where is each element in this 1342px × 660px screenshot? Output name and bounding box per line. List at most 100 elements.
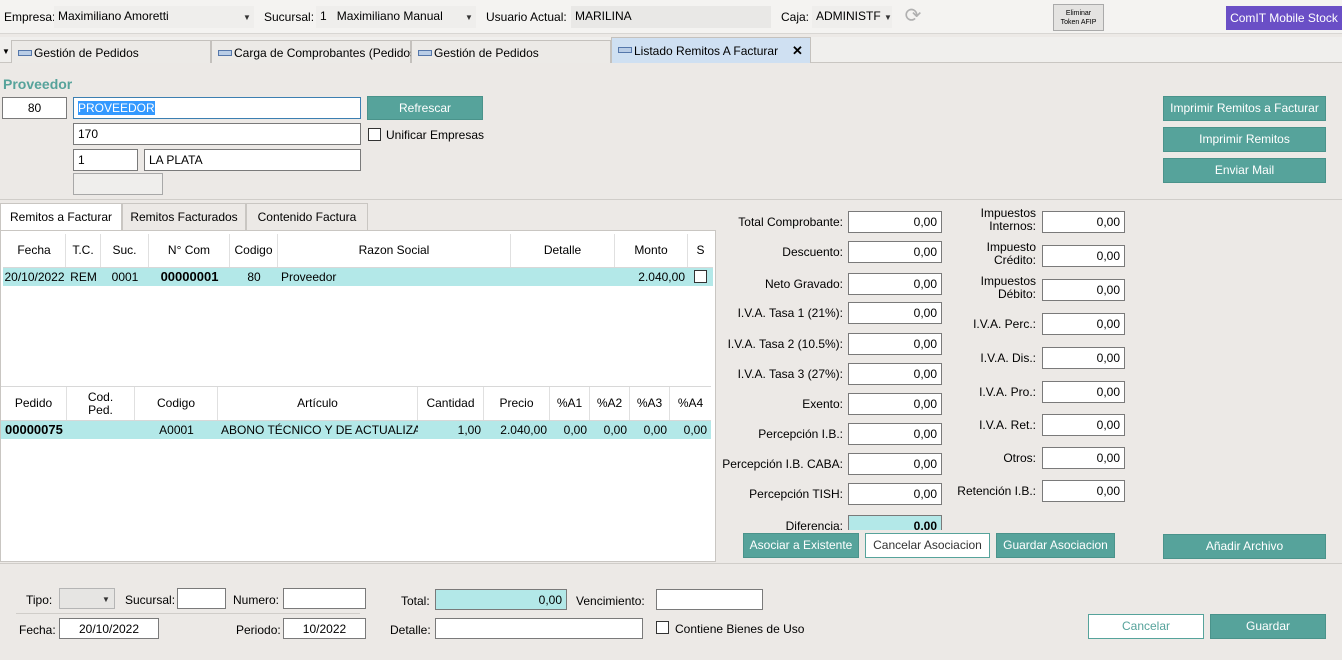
caja-value: ADMINISTF: [816, 9, 881, 23]
total-value-0[interactable]: 0,00: [848, 211, 942, 233]
total-value-8[interactable]: 0,00: [848, 453, 942, 475]
articulos-header: Pedido Cod. Ped. Codigo Artículo Cantida…: [1, 386, 711, 421]
tax-value-5[interactable]: 0,00: [1042, 381, 1125, 403]
mobile-stock-button[interactable]: ComIT Mobile Stock: [1226, 6, 1342, 30]
tab-carga-comprobantes[interactable]: Carga de Comprobantes (Pedidos): [211, 40, 420, 63]
total-value-10[interactable]: 0,00: [848, 515, 942, 530]
cancelar-asociacion-button[interactable]: Cancelar Asociacion: [865, 533, 990, 558]
guardar-button[interactable]: Guardar: [1210, 614, 1326, 639]
col-codigo[interactable]: Codigo: [230, 234, 278, 267]
tab-remitos-facturados[interactable]: Remitos Facturados: [122, 203, 246, 231]
detalle-input[interactable]: [435, 618, 643, 639]
bienes-uso-checkbox[interactable]: [656, 621, 669, 634]
tab-remitos-a-facturar[interactable]: Remitos a Facturar: [0, 203, 122, 231]
numero-input[interactable]: [283, 588, 366, 609]
tax-label-line2: I.V.A. Pro.:: [979, 385, 1036, 399]
tax-value-8[interactable]: 0,00: [1042, 480, 1125, 502]
col-cantidad[interactable]: Cantidad: [418, 387, 484, 420]
total-value-4[interactable]: 0,00: [848, 333, 942, 355]
proveedor-field3a[interactable]: 1: [73, 149, 138, 171]
col-detalle[interactable]: Detalle: [511, 234, 615, 267]
tax-label-line2: I.V.A. Ret.:: [979, 418, 1036, 432]
col-a3[interactable]: %A3: [630, 387, 670, 420]
total-value-6[interactable]: 0,00: [848, 393, 942, 415]
tax-value-6[interactable]: 0,00: [1042, 414, 1125, 436]
col-articulo[interactable]: Artículo: [218, 387, 418, 420]
imprimir-remitos-button[interactable]: Imprimir Remitos: [1163, 127, 1326, 152]
total-value-7[interactable]: 0,00: [848, 423, 942, 445]
total-value-9[interactable]: 0,00: [848, 483, 942, 505]
col-suc[interactable]: Suc.: [101, 234, 149, 267]
col-a4[interactable]: %A4: [670, 387, 711, 420]
col-ncom[interactable]: N° Com: [149, 234, 230, 267]
col-art-codigo[interactable]: Codigo: [135, 387, 218, 420]
guardar-asociacion-button[interactable]: Guardar Asociacion: [996, 533, 1115, 558]
tax-label-8: Retención I.B.:: [946, 485, 1036, 498]
row-select-checkbox[interactable]: [694, 270, 707, 283]
col-tc[interactable]: T.C.: [66, 234, 101, 267]
refrescar-button[interactable]: Refrescar: [367, 96, 483, 120]
total-value-2[interactable]: 0,00: [848, 273, 942, 295]
imprimir-remitos-facturar-button[interactable]: Imprimir Remitos a Facturar: [1163, 96, 1326, 121]
tax-label-2: Impuestos Débito:: [946, 275, 1036, 301]
fecha-input[interactable]: 20/10/2022: [59, 618, 159, 639]
col-cod-ped[interactable]: Cod. Ped.: [67, 387, 135, 420]
empresa-select[interactable]: Maximiliano Amoretti: [54, 6, 254, 28]
total-value-5[interactable]: 0,00: [848, 363, 942, 385]
close-icon[interactable]: ✕: [792, 43, 803, 59]
window-icon: [618, 47, 632, 53]
proveedor-code-input[interactable]: 80: [2, 97, 67, 119]
tab-gestion-pedidos-1[interactable]: Gestión de Pedidos: [11, 40, 211, 63]
unificar-checkbox[interactable]: [368, 128, 381, 141]
tax-label-4: I.V.A. Dis.:: [946, 352, 1036, 365]
asociar-existente-button[interactable]: Asociar a Existente: [743, 533, 859, 558]
periodo-input[interactable]: 10/2022: [283, 618, 366, 639]
col-pedido[interactable]: Pedido: [1, 387, 67, 420]
proveedor-field2[interactable]: 170: [73, 123, 361, 145]
tax-value-2[interactable]: 0,00: [1042, 279, 1125, 301]
col-a1[interactable]: %A1: [550, 387, 590, 420]
cell-fecha: 20/10/2022: [4, 270, 65, 284]
anadir-archivo-button[interactable]: Añadir Archivo: [1163, 534, 1326, 559]
empresa-value: Maximiliano Amoretti: [58, 9, 169, 23]
tax-value-1[interactable]: 0,00: [1042, 245, 1125, 267]
table-row[interactable]: 20/10/2022 REM 0001 00000001 80 Proveedo…: [3, 268, 713, 286]
tab-label: Listado Remitos A Facturar: [634, 44, 779, 58]
col-razon-social[interactable]: Razon Social: [278, 234, 511, 267]
chevron-down-icon: ▼: [465, 13, 473, 22]
total-value-1[interactable]: 0,00: [848, 241, 942, 263]
vencimiento-input[interactable]: [656, 589, 763, 610]
tax-value-0[interactable]: 0,00: [1042, 211, 1125, 233]
tax-value-7[interactable]: 0,00: [1042, 447, 1125, 469]
enviar-mail-button[interactable]: Enviar Mail: [1163, 158, 1326, 183]
tab-contenido-factura[interactable]: Contenido Factura: [246, 203, 368, 231]
proveedor-field3b[interactable]: LA PLATA: [144, 149, 361, 171]
proveedor-name-input[interactable]: PROVEEDOR: [73, 97, 361, 119]
eliminar-token-button[interactable]: Eliminar Token AFIP: [1053, 4, 1104, 31]
form-divider: [16, 613, 360, 614]
sucursal-input[interactable]: [177, 588, 226, 609]
usuario-label: Usuario Actual:: [486, 10, 567, 24]
col-precio[interactable]: Precio: [484, 387, 550, 420]
col-monto[interactable]: Monto: [615, 234, 688, 267]
col-a2[interactable]: %A2: [590, 387, 630, 420]
tax-value-3[interactable]: 0,00: [1042, 313, 1125, 335]
tipo-label: Tipo:: [26, 593, 53, 607]
tax-label-line2: Débito:: [997, 287, 1036, 301]
sucursal-select[interactable]: 1 Maximiliano Manual: [316, 6, 476, 28]
tax-value-4[interactable]: 0,00: [1042, 347, 1125, 369]
caja-select[interactable]: ADMINISTF: [812, 6, 892, 28]
total-label-4: I.V.A. Tasa 2 (10.5%):: [727, 337, 843, 351]
col-s[interactable]: S: [688, 234, 713, 267]
col-fecha[interactable]: Fecha: [3, 234, 66, 267]
tipo-select[interactable]: ▼: [59, 588, 115, 609]
cell-cod-ped: [67, 421, 135, 439]
tab-listado-remitos[interactable]: Listado Remitos A Facturar ✕: [611, 37, 811, 63]
total-label-5: I.V.A. Tasa 3 (27%):: [737, 367, 843, 381]
tabs-menu-icon[interactable]: ▼: [2, 47, 10, 56]
table-row[interactable]: 00000075 A0001 ABONO TÉCNICO Y DE ACTUAL…: [1, 421, 711, 439]
tab-gestion-pedidos-2[interactable]: Gestión de Pedidos: [411, 40, 611, 63]
total-value-3[interactable]: 0,00: [848, 302, 942, 324]
cancelar-button[interactable]: Cancelar: [1088, 614, 1204, 639]
refresh-icon[interactable]: ⟳: [901, 5, 925, 29]
